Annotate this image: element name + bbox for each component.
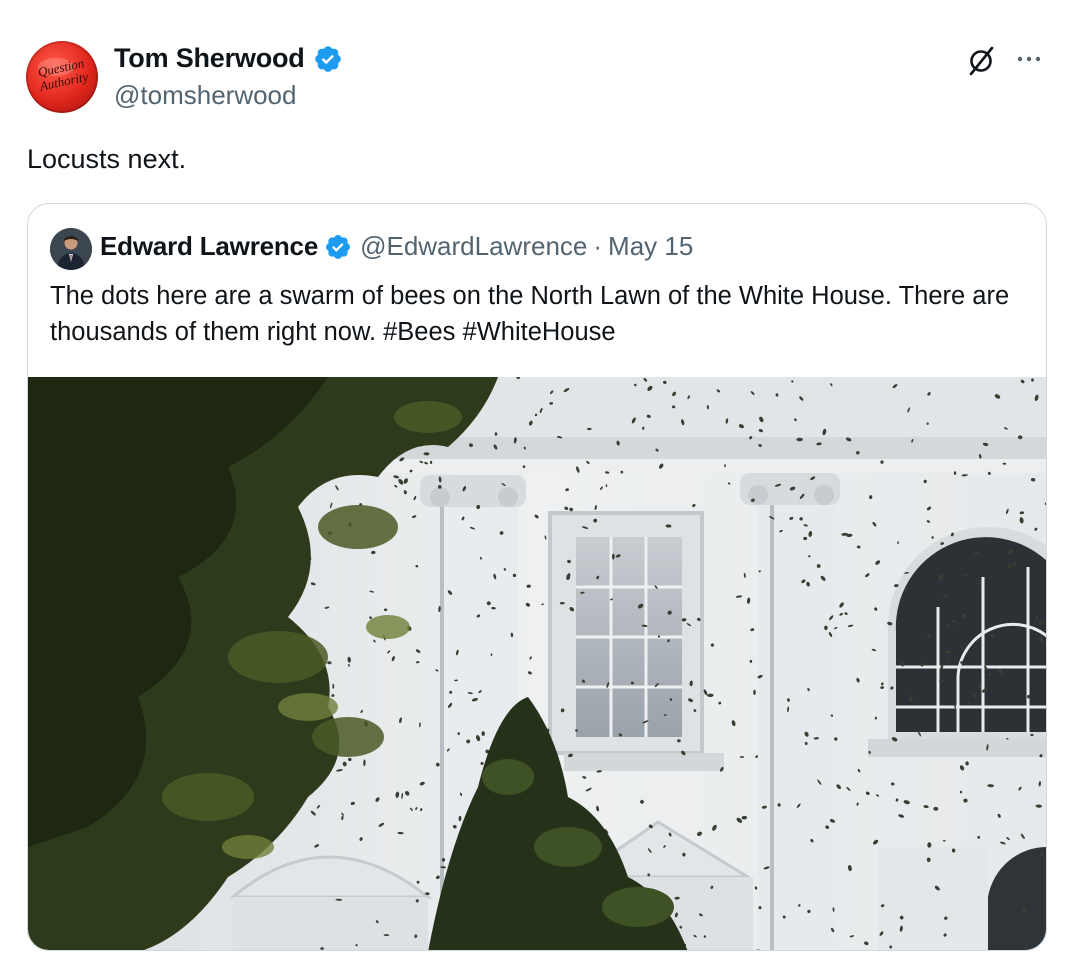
author-handle[interactable]: @tomsherwood: [114, 80, 296, 111]
verified-badge-icon: [314, 45, 341, 72]
bee-dot: [642, 426, 645, 430]
author-avatar[interactable]: Question Authority: [26, 41, 98, 113]
quoted-tweet-date[interactable]: May 15: [608, 231, 693, 262]
quoted-tweet-text: The dots here are a swarm of bees on the…: [50, 282, 1010, 346]
quoted-author-handle[interactable]: @EdwardLawrence: [360, 231, 587, 262]
bee-dot: [739, 756, 745, 758]
quoted-tweet-card[interactable]: Edward Lawrence @EdwardLawrence · May 15…: [27, 203, 1047, 951]
bee-dot: [753, 689, 756, 695]
bee-dot: [796, 437, 803, 442]
more-icon[interactable]: [1014, 44, 1044, 74]
quoted-author-avatar[interactable]: [50, 228, 92, 270]
quoted-verified-badge-icon: [326, 234, 351, 259]
tweet-text: Locusts next.: [27, 144, 187, 174]
author-name-row[interactable]: Tom Sherwood: [114, 43, 343, 74]
quoted-tweet-header: Edward Lawrence @EdwardLawrence · May 15: [100, 231, 693, 262]
tweet: Question Authority Tom Sherwood @tomsher…: [0, 0, 1068, 962]
grok-icon[interactable]: [964, 44, 998, 78]
question-authority-button-avatar-icon: Question Authority: [36, 55, 89, 94]
person-portrait-avatar-icon: [50, 228, 92, 270]
separator-dot: ·: [593, 231, 603, 261]
quoted-author-name[interactable]: Edward Lawrence: [100, 231, 318, 262]
bee-dot: [657, 635, 660, 638]
author-name[interactable]: Tom Sherwood: [114, 43, 305, 74]
quoted-tweet-media[interactable]: [28, 377, 1046, 950]
bee-dot: [332, 683, 335, 689]
bee-dot: [909, 694, 913, 698]
white-house-bees-photo-icon: [28, 377, 1046, 950]
